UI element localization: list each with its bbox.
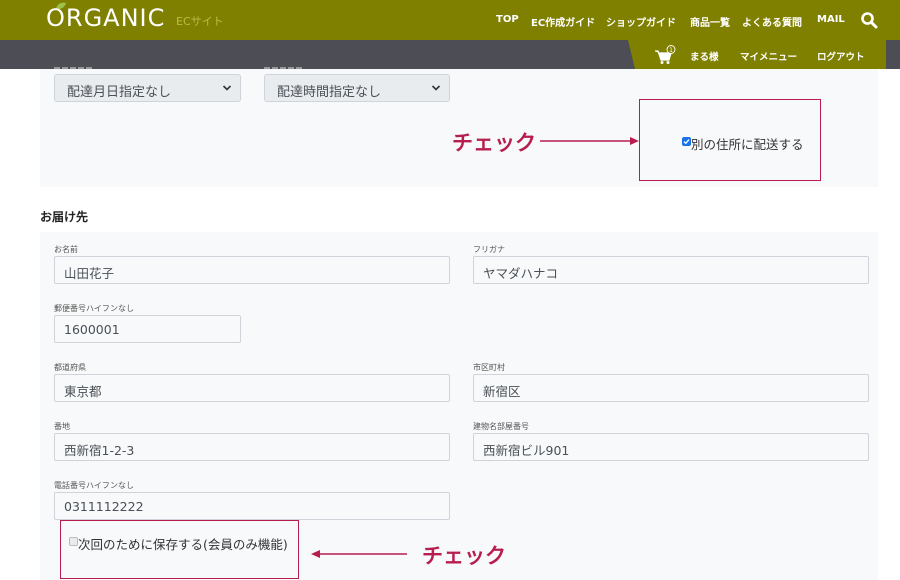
nav-faq[interactable]: よくある質問 [742,14,802,29]
city-input[interactable]: 新宿区 [473,374,869,402]
annotation-check-2: チェック [422,544,506,568]
prefecture-label: 都道府県 [54,363,86,372]
site-logo-subtitle: ECサイト [176,15,224,28]
city-label: 市区町村 [473,363,505,372]
phone-input[interactable]: 0311112222 [54,492,450,520]
ship-other-checkbox[interactable] [682,137,691,146]
ship-other-label[interactable]: 別の住所に配送する [691,134,804,153]
delivery-time-select[interactable]: 配達時間指定なし [264,74,450,102]
delivery-date-select[interactable]: 配達月日指定なし [54,74,241,102]
zip-input[interactable]: 1600001 [54,315,241,343]
date-select-label [54,67,94,69]
zip-label: 郵便番号ハイフンなし [54,304,134,313]
nav-shop-guide[interactable]: ショップガイド [606,14,676,29]
member-bar-edge [886,40,900,69]
nav-mail[interactable]: MAIL [817,14,845,25]
chevron-down-icon [222,85,232,91]
save-checkbox[interactable] [69,537,78,546]
arrow-right-icon [540,137,639,145]
building-label: 建物名部屋番号 [473,422,529,431]
my-menu-link[interactable]: マイメニュー [740,49,797,63]
chevron-down-icon [431,85,441,91]
delivery-time-value: 配達時間指定なし [277,85,382,100]
member-name: まる様 [690,52,719,63]
search-icon[interactable] [860,11,878,29]
logout-link[interactable]: ログアウト [817,49,865,63]
street-input[interactable]: 西新宿1-2-3 [54,433,450,461]
kana-label: フリガナ [473,245,505,254]
name-input[interactable]: 山田花子 [54,256,450,284]
delivery-date-value: 配達月日指定なし [67,85,172,100]
nav-products[interactable]: 商品一覧 [690,14,730,29]
annotation-check-1: チェック [452,131,536,155]
arrow-left-icon [311,550,407,558]
kana-input[interactable]: ヤマダハナコ [473,256,869,284]
building-input[interactable]: 西新宿ビル901 [473,433,869,461]
site-logo[interactable]: ORGANIC [46,4,165,32]
street-label: 番地 [54,422,70,431]
recipient-section-title: お届け先 [40,210,89,224]
time-select-label [264,67,304,69]
name-label: お名前 [54,245,78,254]
prefecture-input[interactable]: 東京都 [54,374,450,402]
cart-count-badge: 1 [669,47,673,54]
phone-label: 電話番号ハイフンなし [54,481,134,490]
save-for-next-label[interactable]: 次回のために保存する(会員のみ機能) [78,534,288,553]
nav-ec-guide[interactable]: EC作成ガイド [531,14,595,29]
nav-top[interactable]: TOP [496,14,519,25]
cart-icon[interactable]: 1 [654,45,676,65]
